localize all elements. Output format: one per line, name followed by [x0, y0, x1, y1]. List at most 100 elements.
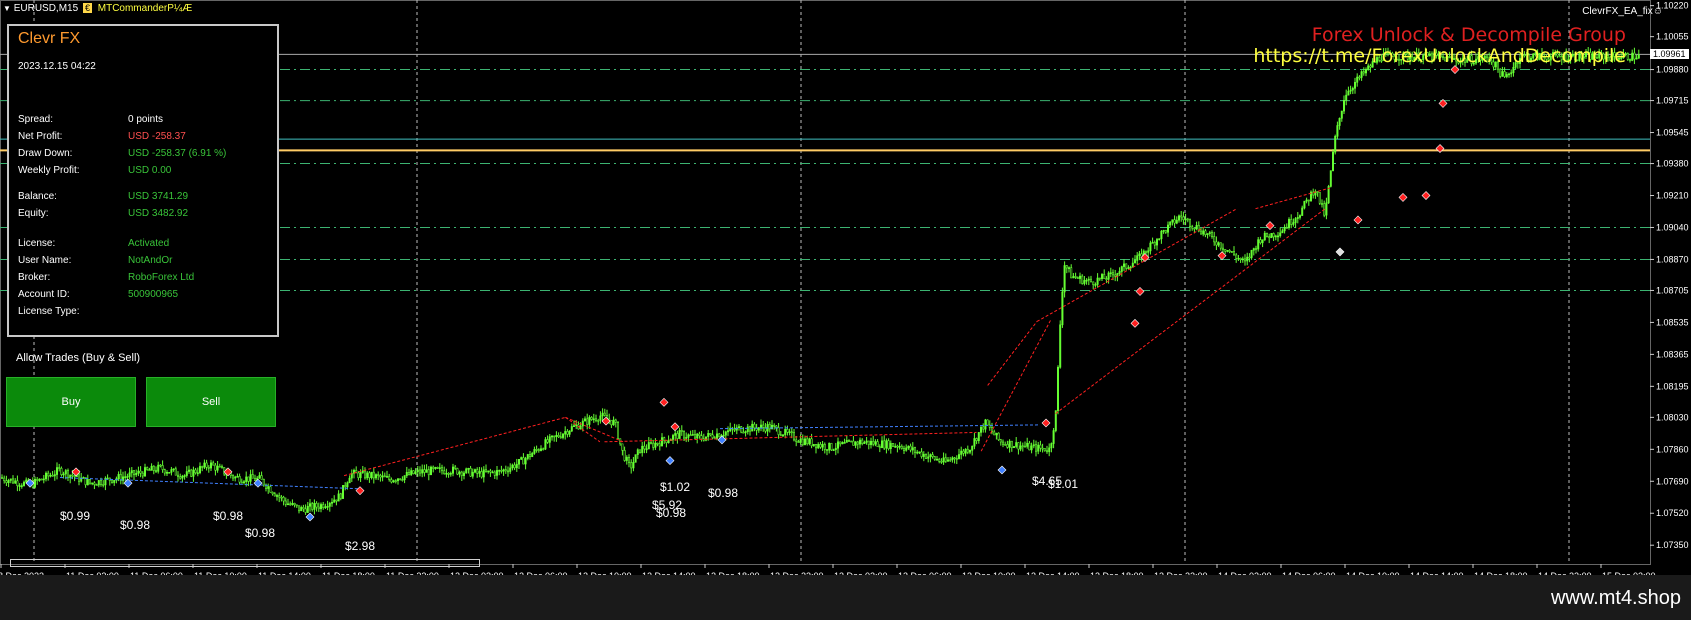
candle-body [982, 426, 985, 430]
buy-button[interactable]: Buy [6, 377, 136, 427]
candle-body [1028, 442, 1031, 451]
candle-body [423, 469, 426, 473]
price-tick-label: 1.09545 [1656, 128, 1689, 138]
candle-body [7, 480, 10, 483]
candle-body [1202, 230, 1205, 235]
candle-body [339, 493, 342, 499]
candle-body [867, 440, 870, 445]
candle-body [166, 472, 169, 474]
candle-body [911, 447, 914, 451]
candle-body [315, 503, 318, 508]
candle-body [951, 457, 954, 461]
chart-window: 8 Dec 202311 Dec 02:0011 Dec 06:0011 Dec… [0, 0, 1691, 620]
candle-body [781, 434, 784, 437]
candle-body [874, 441, 877, 445]
candle-body [113, 479, 116, 483]
candle-body [718, 433, 721, 438]
trade-connector-line [1055, 208, 1326, 414]
candle-body [150, 465, 153, 471]
candle-body [1351, 88, 1354, 91]
candle-body [737, 426, 740, 428]
candle-body [528, 454, 531, 458]
candle-body [385, 476, 388, 478]
candle-body [495, 470, 498, 476]
candle-body [1061, 291, 1064, 326]
candle-body [883, 440, 886, 449]
candle-body [1301, 207, 1304, 216]
candle-body [643, 445, 646, 450]
candle-body [436, 467, 439, 469]
trade-profit-label: $1.01 [1048, 477, 1078, 491]
trade-profit-label: $1.02 [660, 480, 690, 494]
candle-body [5, 480, 8, 483]
candle-body [946, 459, 949, 462]
price-tick-label: 1.07350 [1656, 540, 1689, 550]
candle-body [1094, 284, 1097, 286]
candle-body [51, 474, 54, 477]
candle-body [1019, 445, 1022, 450]
candle-body [852, 440, 855, 446]
candle-body [1325, 202, 1328, 216]
candle-body [711, 434, 714, 439]
candle-body [744, 431, 747, 433]
candle-body [682, 431, 685, 439]
candle-body [1072, 276, 1075, 279]
candle-body [1001, 441, 1004, 445]
candle-body [935, 458, 938, 461]
candle-body [163, 469, 166, 474]
dropdown-arrow-icon[interactable]: ▼ [3, 4, 11, 13]
candle-body [1292, 222, 1295, 225]
candle-body [995, 432, 998, 436]
candle-body [20, 485, 23, 487]
candle-body [1041, 447, 1044, 450]
candle-body [564, 431, 567, 435]
candle-body [498, 470, 501, 472]
candle-body [275, 495, 278, 497]
candle-body [1162, 230, 1165, 232]
candle-body [429, 466, 432, 476]
panel-row-label: Draw Down: [18, 148, 73, 159]
candle-body [357, 472, 360, 478]
candle-body [520, 457, 523, 460]
candle-body [388, 476, 391, 480]
trade-marker [659, 397, 669, 407]
candle-body [1087, 278, 1090, 281]
candle-body [1004, 443, 1007, 446]
candle-body [267, 486, 270, 489]
candle-body [515, 463, 518, 469]
chart-scrollbar[interactable] [10, 559, 480, 567]
candle-body [1285, 227, 1288, 229]
allow-trades-label: Allow Trades (Buy & Sell) [16, 352, 141, 364]
candle-body [1235, 254, 1238, 259]
candle-body [414, 471, 417, 474]
candle-body [1501, 71, 1504, 77]
candle-body [1360, 71, 1363, 78]
candle-body [924, 454, 927, 459]
ea-name-label: ClevrFX_EA_fix☺ [1582, 6, 1663, 17]
candle-body [1103, 274, 1106, 279]
candle-body [700, 435, 703, 440]
candle-body [438, 467, 441, 470]
candle-body [1171, 219, 1174, 223]
candle-body [1365, 69, 1368, 74]
candle-body [62, 473, 65, 476]
candle-body [1032, 444, 1035, 447]
sell-button[interactable]: Sell [146, 377, 276, 427]
candle-body [1211, 232, 1214, 237]
candle-body [751, 423, 754, 432]
candle-body [302, 507, 305, 510]
candle-body [1050, 443, 1053, 449]
candle-body [1015, 442, 1018, 447]
candle-body [185, 471, 188, 476]
candle-body [759, 424, 762, 428]
candle-body [1248, 256, 1251, 259]
candle-body [370, 471, 373, 479]
candle-body [38, 478, 41, 481]
candle-body [491, 471, 494, 474]
candle-body [740, 426, 743, 433]
trade-marker [1130, 318, 1140, 328]
candle-body [1030, 445, 1033, 451]
candle-body [658, 443, 661, 447]
candle-body [531, 453, 534, 458]
candle-body [1503, 71, 1506, 77]
